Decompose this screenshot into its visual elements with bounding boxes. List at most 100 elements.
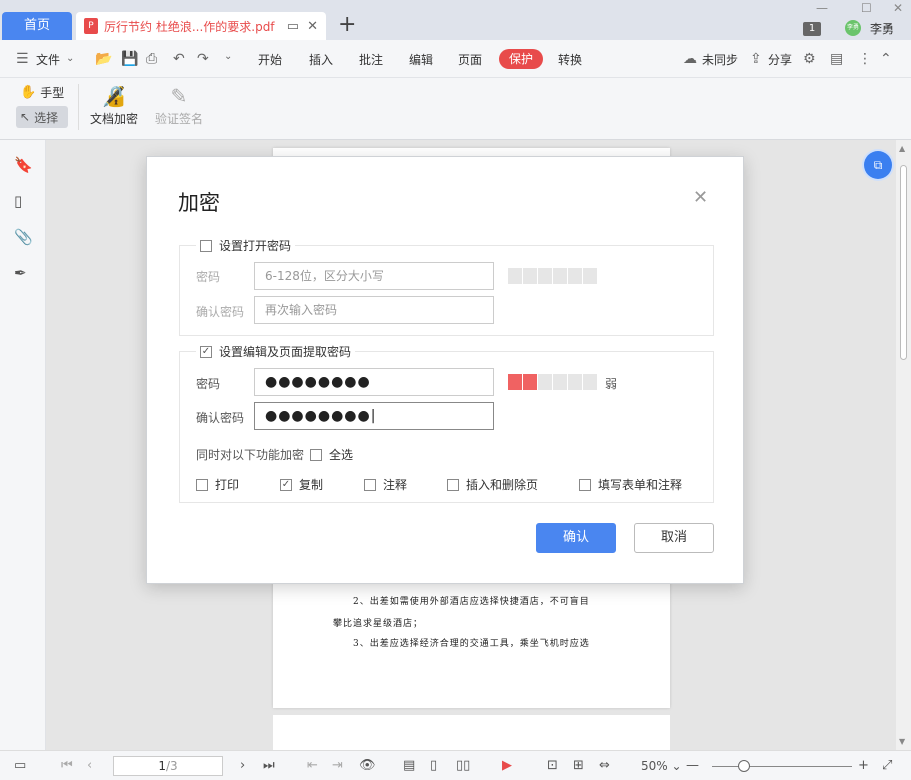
eye-protection-icon[interactable]: 👁 bbox=[359, 758, 376, 773]
select-all-label[interactable]: 全选 bbox=[329, 446, 353, 463]
last-page-icon[interactable]: ⏭ bbox=[263, 758, 275, 773]
page-number-input[interactable]: 1/3 bbox=[113, 756, 223, 776]
tab-home[interactable]: 首页 bbox=[2, 12, 72, 40]
permission-checkbox[interactable] bbox=[447, 478, 459, 491]
ribbon-divider bbox=[78, 84, 79, 130]
undo-icon[interactable]: ↶ bbox=[173, 51, 185, 67]
features-row: 同时对以下功能加密 全选 bbox=[196, 446, 353, 463]
save-icon[interactable]: 💾 bbox=[121, 51, 138, 67]
tab-document[interactable]: P 厉行节约 杜绝浪...作的要求.pdf ▭ ✕ bbox=[76, 12, 326, 40]
more-chevron-icon[interactable]: ⌄ bbox=[224, 51, 232, 62]
edit-password-checkbox[interactable]: ✓ bbox=[200, 345, 212, 358]
floating-tool-button[interactable]: ⧉ bbox=[864, 151, 892, 179]
permission-option[interactable]: 插入和删除页 bbox=[447, 476, 538, 493]
zoom-in-icon[interactable]: + bbox=[858, 758, 869, 773]
user-avatar[interactable]: 李勇 bbox=[845, 20, 861, 36]
open-pw-input[interactable]: 6-128位，区分大小写 bbox=[254, 262, 494, 290]
maximize-icon[interactable]: ☐ bbox=[861, 1, 872, 15]
user-name[interactable]: 李勇 bbox=[870, 20, 894, 37]
verify-signature-button[interactable]: ✎ 验证签名 bbox=[155, 82, 203, 127]
cloud-sync-icon[interactable]: ☁ bbox=[683, 51, 697, 67]
open-password-toggle[interactable]: 设置打开密码 bbox=[196, 237, 296, 254]
new-tab-button[interactable]: + bbox=[338, 12, 356, 38]
permission-option[interactable]: ✓ 复制 bbox=[280, 476, 323, 493]
open-password-heading: 设置打开密码 bbox=[219, 239, 292, 253]
zoom-slider-track[interactable] bbox=[712, 766, 852, 767]
sync-status[interactable]: 未同步 bbox=[702, 51, 738, 68]
confirm-button[interactable]: 确认 bbox=[536, 523, 616, 553]
redo-icon[interactable]: ↷ bbox=[197, 51, 209, 67]
zoom-slider-knob[interactable] bbox=[738, 760, 750, 772]
share-icon[interactable]: ⇪ bbox=[750, 51, 762, 67]
zoom-out-icon[interactable]: — bbox=[686, 758, 699, 773]
select-tool[interactable]: ↖ 选择 bbox=[16, 106, 68, 128]
edit-password-toggle[interactable]: ✓ 设置编辑及页面提取密码 bbox=[196, 343, 356, 360]
open-confirm-input[interactable]: 再次输入密码 bbox=[254, 296, 494, 324]
permission-checkbox[interactable] bbox=[364, 478, 376, 491]
sidebar-toggle-icon[interactable]: ▭ bbox=[14, 758, 26, 773]
cancel-button[interactable]: 取消 bbox=[634, 523, 714, 553]
scroll-down-icon[interactable]: ▼ bbox=[899, 737, 905, 746]
menu-convert[interactable]: 转换 bbox=[558, 51, 582, 68]
fit-width-icon[interactable]: ⇔ bbox=[599, 758, 610, 773]
open-password-checkbox[interactable] bbox=[200, 239, 212, 252]
left-sidebar: 🔖 ▯ 📎 ✒ bbox=[0, 140, 46, 750]
attachment-icon[interactable]: 📎 bbox=[14, 228, 33, 246]
strength-segment bbox=[523, 374, 537, 390]
edit-confirm-input[interactable]: ●●●●●●●●| bbox=[254, 402, 494, 430]
play-icon[interactable]: ▶ bbox=[502, 758, 512, 773]
next-page-icon[interactable]: › bbox=[240, 758, 245, 773]
collapse-ribbon-icon[interactable]: ⌃ bbox=[880, 51, 892, 67]
more-icon[interactable]: ⋮ bbox=[858, 51, 872, 67]
open-folder-icon[interactable]: 📂 bbox=[95, 51, 112, 67]
vertical-scrollbar[interactable]: ▲ ▼ bbox=[896, 140, 911, 750]
hand-tool[interactable]: ✋ 手型 bbox=[20, 84, 64, 101]
encrypt-doc-button[interactable]: 🔏 文档加密 bbox=[90, 82, 138, 127]
thumbnail-icon[interactable]: ▯ bbox=[14, 192, 22, 210]
close-window-icon[interactable]: ✕ bbox=[893, 1, 903, 15]
close-tab-icon[interactable]: ✕ bbox=[307, 19, 318, 34]
first-page-icon[interactable]: ⏮ bbox=[61, 758, 73, 773]
sign-icon[interactable]: ✒ bbox=[14, 264, 27, 282]
permission-checkbox[interactable]: ✓ bbox=[280, 478, 292, 491]
prev-view-icon[interactable]: ⇤ bbox=[307, 758, 318, 773]
menu-start[interactable]: 开始 bbox=[258, 51, 282, 68]
permission-option[interactable]: 打印 bbox=[196, 476, 239, 493]
fullscreen-icon[interactable]: ⤢ bbox=[882, 758, 892, 773]
permission-option[interactable]: 注释 bbox=[364, 476, 407, 493]
actual-size-icon[interactable]: ⊡ bbox=[547, 758, 558, 773]
permission-checkbox[interactable] bbox=[196, 478, 208, 491]
menu-protect[interactable]: 保护 bbox=[499, 49, 543, 69]
print-icon[interactable]: ⎙ bbox=[146, 51, 157, 67]
prev-page-icon[interactable]: ‹ bbox=[87, 758, 92, 773]
features-label: 同时对以下功能加密 bbox=[196, 448, 305, 462]
chevron-down-icon[interactable]: ⌄ bbox=[66, 53, 74, 64]
scroll-up-icon[interactable]: ▲ bbox=[899, 144, 905, 153]
menu-file[interactable]: 文件 bbox=[36, 51, 60, 68]
permission-option[interactable]: 填写表单和注释 bbox=[579, 476, 682, 493]
dialog-close-icon[interactable]: ✕ bbox=[693, 187, 708, 208]
bookmark-icon[interactable]: 🔖 bbox=[14, 156, 33, 174]
menu-edit[interactable]: 编辑 bbox=[409, 51, 433, 68]
comment-icon[interactable]: ▤ bbox=[830, 51, 843, 67]
hamburger-icon[interactable]: ☰ bbox=[16, 51, 29, 67]
permission-checkbox[interactable] bbox=[579, 478, 591, 491]
menu-page[interactable]: 页面 bbox=[458, 51, 482, 68]
scroll-thumb[interactable] bbox=[900, 165, 907, 360]
fit-page-icon[interactable]: ⊞ bbox=[573, 758, 584, 773]
next-view-icon[interactable]: ⇥ bbox=[332, 758, 343, 773]
zoom-level[interactable]: 50% ⌄ bbox=[641, 759, 682, 773]
two-page-icon[interactable]: ▯▯ bbox=[456, 758, 470, 773]
doc-line: 3、出差应选择经济合理的交通工具，乘坐飞机时应选 bbox=[353, 639, 590, 649]
select-all-checkbox[interactable] bbox=[310, 448, 323, 461]
tab-count-badge[interactable]: 1 bbox=[803, 22, 821, 36]
menu-annotate[interactable]: 批注 bbox=[359, 51, 383, 68]
share-button[interactable]: 分享 bbox=[768, 51, 792, 68]
continuous-view-icon[interactable]: ▤ bbox=[403, 758, 415, 773]
minimize-icon[interactable]: — bbox=[816, 1, 828, 15]
screen-icon[interactable]: ▭ bbox=[287, 19, 299, 34]
settings-icon[interactable]: ⚙ bbox=[803, 51, 816, 67]
menu-insert[interactable]: 插入 bbox=[309, 51, 333, 68]
edit-pw-input[interactable]: ●●●●●●●● bbox=[254, 368, 494, 396]
single-page-icon[interactable]: ▯ bbox=[430, 758, 437, 773]
